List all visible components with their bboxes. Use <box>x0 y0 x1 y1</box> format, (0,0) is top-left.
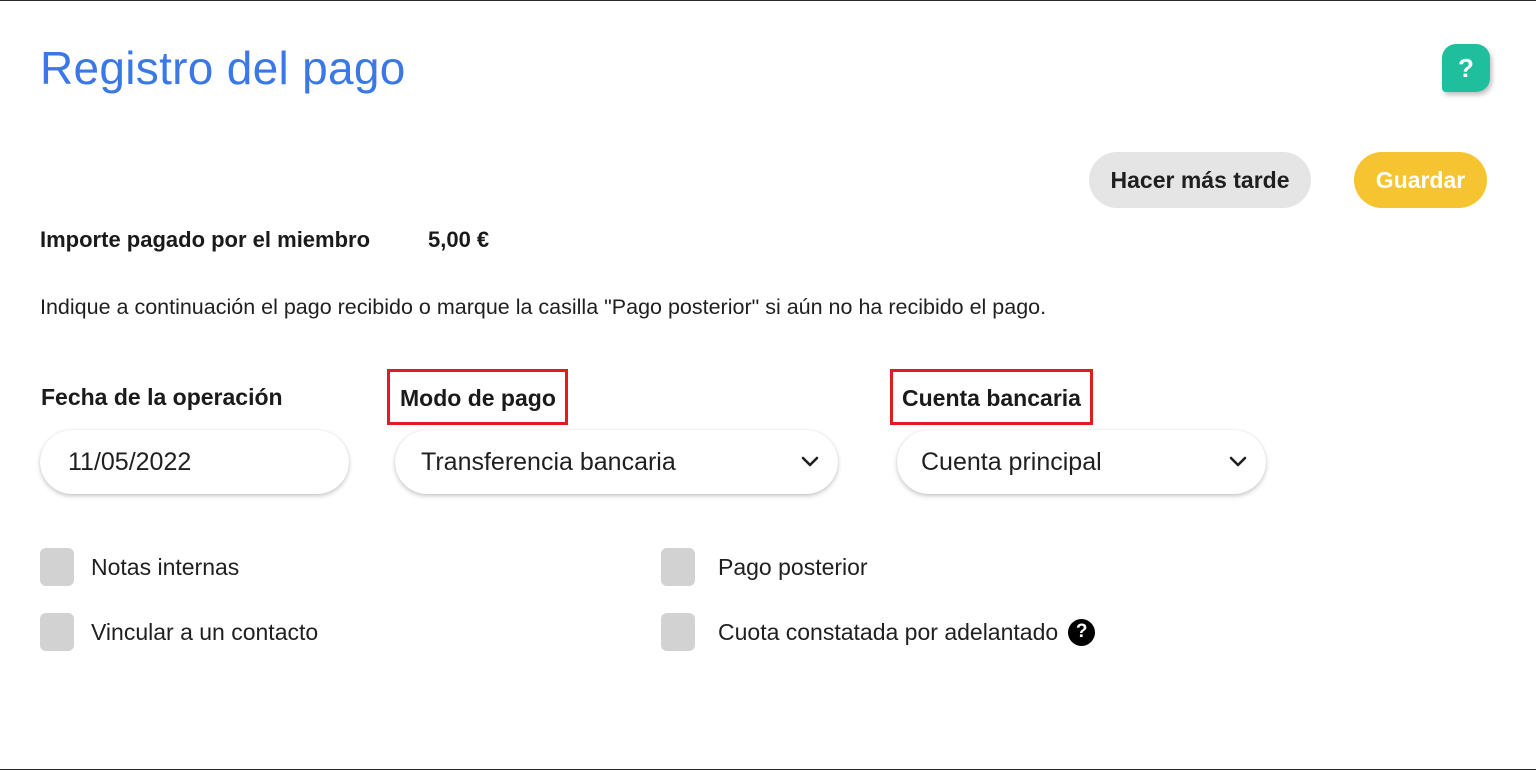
operation-date-input[interactable]: 11/05/2022 <box>40 430 349 494</box>
later-payment-label: Pago posterior <box>718 553 868 580</box>
advance-fee-checkbox[interactable] <box>661 613 695 651</box>
bank-account-select[interactable]: Cuenta principal <box>897 430 1266 494</box>
do-later-button[interactable]: Hacer más tarde <box>1089 152 1311 208</box>
question-mark-icon: ? <box>1458 52 1474 83</box>
payment-mode-value: Transferencia bancaria <box>421 447 676 476</box>
bank-account-label: Cuenta bancaria <box>890 369 1093 425</box>
later-payment-option[interactable]: Pago posterior <box>661 548 868 586</box>
link-contact-label: Vincular a un contacto <box>91 618 319 645</box>
amount-value: 5,00 € <box>428 227 490 252</box>
save-button[interactable]: Guardar <box>1354 152 1487 208</box>
question-circle-icon[interactable]: ? <box>1068 618 1096 646</box>
operation-date-label: Fecha de la operación <box>41 384 283 410</box>
page-title: Registro del pago <box>40 42 406 94</box>
internal-notes-label: Notas internas <box>91 553 240 580</box>
advance-fee-option[interactable]: Cuota constatada por adelantado ? <box>661 613 1096 651</box>
amount-label: Importe pagado por el miembro <box>40 227 371 252</box>
chevron-down-icon <box>1226 450 1250 474</box>
payment-mode-select[interactable]: Transferencia bancaria <box>395 430 838 494</box>
payment-mode-label: Modo de pago <box>387 369 568 425</box>
link-contact-option[interactable]: Vincular a un contacto <box>40 613 318 651</box>
internal-notes-checkbox[interactable] <box>40 548 74 586</box>
bank-account-value: Cuenta principal <box>921 447 1102 476</box>
help-button[interactable]: ? <box>1442 44 1490 92</box>
later-payment-checkbox[interactable] <box>661 548 695 586</box>
link-contact-checkbox[interactable] <box>40 613 74 651</box>
internal-notes-option[interactable]: Notas internas <box>40 548 239 586</box>
chevron-down-icon <box>798 450 822 474</box>
advance-fee-label: Cuota constatada por adelantado <box>718 618 1059 645</box>
operation-date-value: 11/05/2022 <box>68 447 192 476</box>
instructions-text: Indique a continuación el pago recibido … <box>40 295 1047 319</box>
